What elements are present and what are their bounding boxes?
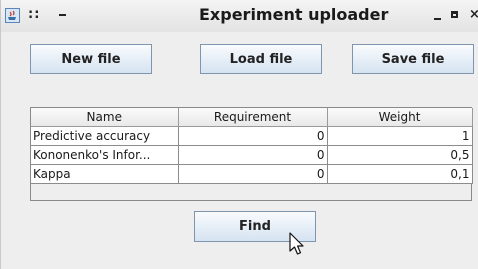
weight-cell[interactable]: 1 (327, 126, 473, 146)
new-file-button[interactable]: New file (30, 44, 152, 74)
save-file-button[interactable]: Save file (352, 44, 474, 74)
experiment-uploader-window: :: Experiment uploader × New file Load f… (0, 0, 478, 269)
name-cell[interactable]: Kononenko's Infor... (31, 145, 179, 165)
weight-cell[interactable]: 0,1 (327, 164, 473, 184)
java-app-icon[interactable] (5, 8, 20, 23)
maximize-icon[interactable] (451, 11, 458, 18)
mouse-pointer-icon (289, 232, 304, 255)
table-row[interactable]: Predictive accuracy 0 1 (31, 126, 473, 146)
load-file-button[interactable]: Load file (200, 44, 322, 74)
minimize-icon[interactable] (434, 18, 441, 20)
name-cell[interactable]: Predictive accuracy (31, 126, 179, 146)
table-header-row: Name Requirement Weight (31, 108, 473, 127)
shade-icon[interactable] (59, 14, 66, 16)
window-title: Experiment uploader (199, 5, 389, 24)
criteria-table: Name Requirement Weight Predictive accur… (30, 107, 473, 201)
requirement-cell[interactable]: 0 (178, 126, 328, 146)
window-menu-icon[interactable]: :: (28, 7, 40, 22)
requirement-cell[interactable]: 0 (178, 145, 328, 165)
weight-cell[interactable]: 0,5 (327, 145, 473, 165)
column-header-requirement[interactable]: Requirement (178, 108, 328, 127)
column-header-name[interactable]: Name (31, 108, 179, 127)
table-row[interactable]: Kappa 0 0,1 (31, 164, 473, 184)
title-bar[interactable]: :: Experiment uploader × (1, 0, 478, 32)
name-cell[interactable]: Kappa (31, 164, 179, 184)
column-header-weight[interactable]: Weight (327, 108, 473, 127)
close-icon[interactable]: × (469, 7, 478, 22)
table-row[interactable]: Kononenko's Infor... 0 0,5 (31, 145, 473, 165)
requirement-cell[interactable]: 0 (178, 164, 328, 184)
